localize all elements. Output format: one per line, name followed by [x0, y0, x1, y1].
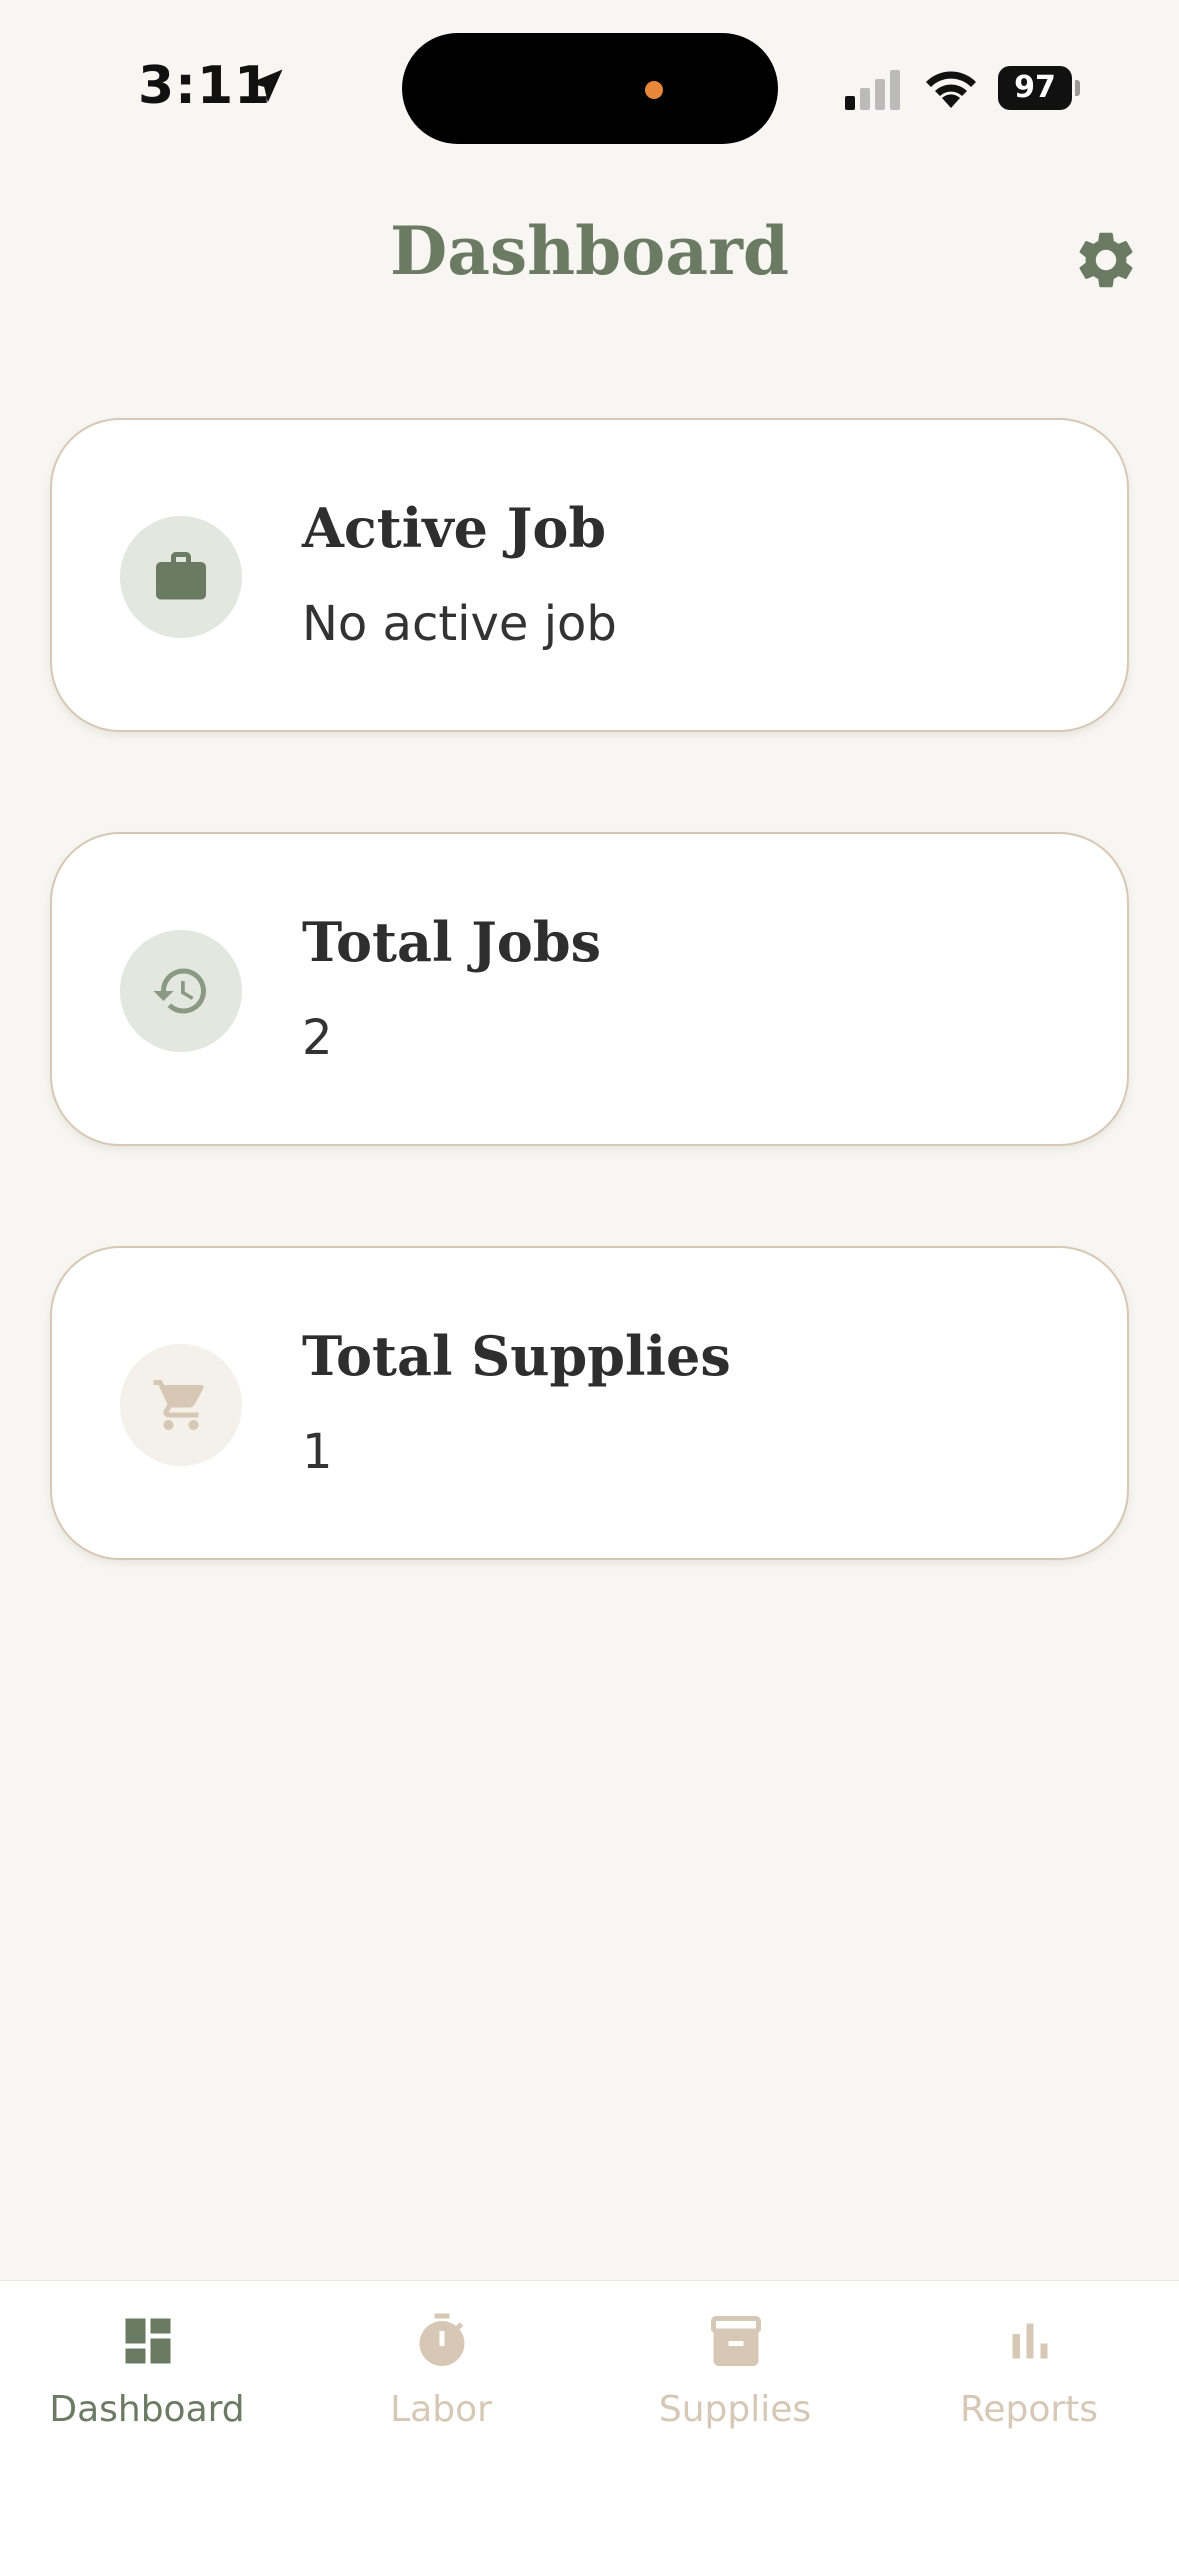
battery-cap — [1075, 80, 1080, 96]
card-icon-badge — [120, 516, 242, 638]
card-title: Total Supplies — [302, 1324, 731, 1388]
card-value: 1 — [302, 1424, 333, 1480]
card-title: Total Jobs — [302, 910, 601, 974]
status-bar: 3:11 97 — [0, 0, 1179, 170]
tab-reports[interactable]: Reports — [882, 2281, 1176, 2481]
cellular-signal-icon — [845, 70, 900, 110]
active-job-card[interactable]: Active Job No active job — [50, 418, 1129, 732]
tab-label: Dashboard — [49, 2389, 245, 2430]
briefcase-icon — [156, 552, 206, 600]
card-value: 2 — [302, 1010, 333, 1066]
camera-indicator-dot — [645, 81, 663, 99]
total-supplies-card[interactable]: Total Supplies 1 — [50, 1246, 1129, 1560]
archive-box-icon — [711, 2316, 761, 2366]
history-icon — [153, 968, 206, 1014]
tab-supplies[interactable]: Supplies — [588, 2281, 882, 2481]
battery-level: 97 — [998, 66, 1072, 110]
total-jobs-card[interactable]: Total Jobs 2 — [50, 832, 1129, 1146]
gear-icon[interactable] — [1072, 226, 1140, 294]
stopwatch-icon — [419, 2313, 465, 2366]
dynamic-island — [402, 33, 778, 144]
tab-label: Reports — [959, 2389, 1099, 2430]
wifi-icon — [926, 71, 976, 108]
tab-label: Supplies — [658, 2389, 812, 2430]
page-title: Dashboard — [390, 212, 789, 290]
tab-labor[interactable]: Labor — [294, 2281, 588, 2481]
battery-indicator: 97 — [998, 66, 1080, 110]
card-icon-badge — [120, 930, 242, 1052]
card-title: Active Job — [302, 496, 607, 560]
card-value: No active job — [302, 596, 617, 652]
bar-chart-icon — [1012, 2323, 1048, 2359]
location-arrow-icon — [249, 69, 283, 103]
dashboard-screen: 3:11 97 Dashboard Active Job No active j… — [0, 0, 1179, 2556]
cart-icon — [153, 1380, 204, 1430]
tab-label: Labor — [390, 2389, 492, 2430]
dashboard-icon — [125, 2318, 171, 2364]
card-icon-badge — [120, 1344, 242, 1466]
tab-dashboard[interactable]: Dashboard — [0, 2281, 294, 2481]
tab-bar: Dashboard Labor Supplies Reports — [0, 2280, 1179, 2556]
